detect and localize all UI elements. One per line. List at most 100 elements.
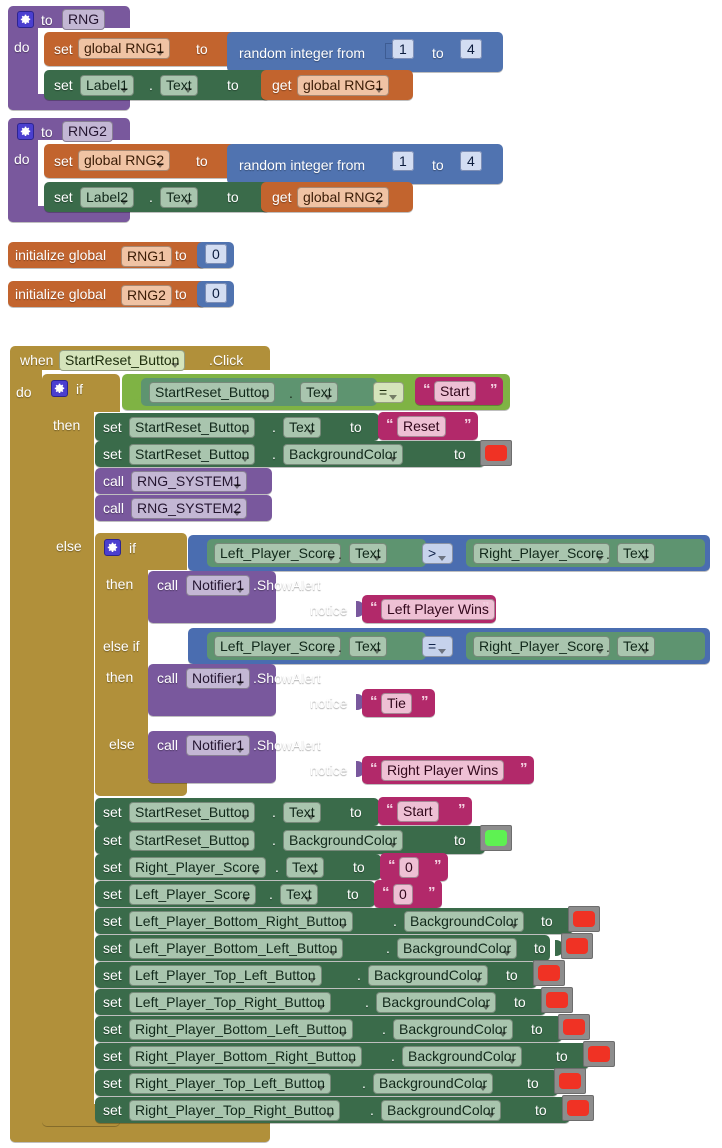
chevron-down-icon[interactable] xyxy=(595,556,604,561)
chevron-down-icon[interactable] xyxy=(372,556,381,561)
chevron-down-icon[interactable] xyxy=(306,815,315,820)
chevron-down-icon[interactable] xyxy=(487,1113,496,1118)
reset-component-field-2[interactable]: Right_Player_Score xyxy=(129,857,266,878)
set-label1-component-field[interactable]: Label1 xyxy=(80,75,135,96)
chevron-down-icon[interactable] xyxy=(307,978,316,983)
set-bg-red-component-field[interactable]: StartReset_Button xyxy=(129,444,256,465)
set-reset-component-field[interactable]: StartReset_Button xyxy=(129,417,256,438)
set-label1-property-field[interactable]: Text xyxy=(160,75,198,96)
text-start-reset-field[interactable]: Start xyxy=(397,801,439,822)
chevron-down-icon[interactable] xyxy=(329,951,338,956)
chevron-down-icon[interactable] xyxy=(309,870,318,875)
reset-component-field-1[interactable]: StartReset_Button xyxy=(129,830,256,851)
set-bg-red-property-field[interactable]: BackgroundColor xyxy=(283,444,404,465)
reset-property-field-5[interactable]: BackgroundColor xyxy=(397,938,518,959)
reset-property-field-11[interactable]: BackgroundColor xyxy=(381,1100,502,1121)
color-swatch-red[interactable] xyxy=(562,1095,594,1121)
chevron-down-icon[interactable] xyxy=(236,681,245,686)
chevron-down-icon[interactable] xyxy=(499,1032,508,1037)
chevron-down-icon[interactable] xyxy=(241,843,250,848)
chevron-down-icon[interactable] xyxy=(503,951,512,956)
chevron-down-icon[interactable] xyxy=(348,1059,357,1064)
chevron-down-icon[interactable] xyxy=(303,897,312,902)
random-integer-to-field-2[interactable]: 4 xyxy=(460,151,482,171)
chevron-down-icon[interactable] xyxy=(183,88,192,93)
chevron-down-icon[interactable] xyxy=(261,395,270,400)
text-tie-field[interactable]: Tie xyxy=(381,693,412,714)
chevron-down-icon[interactable] xyxy=(316,1086,325,1091)
getter-rightscore-property-field-1[interactable]: Text xyxy=(617,543,655,564)
color-swatch-red[interactable] xyxy=(541,987,573,1013)
reset-property-field-1[interactable]: BackgroundColor xyxy=(283,830,404,851)
get-global-rng2-variable-field[interactable]: global RNG2 xyxy=(297,187,390,208)
chevron-down-icon[interactable] xyxy=(338,924,347,929)
chevron-down-icon[interactable] xyxy=(236,588,245,593)
chevron-down-icon[interactable] xyxy=(438,556,447,561)
chevron-down-icon[interactable] xyxy=(156,51,165,56)
chevron-down-icon[interactable] xyxy=(316,1005,325,1010)
chevron-down-icon[interactable] xyxy=(389,457,398,462)
init-global-rng1-name-field[interactable]: RNG1 xyxy=(121,246,172,267)
comparison-branch2-operator-field[interactable]: = xyxy=(422,636,454,657)
call-notifier-component-field-2[interactable]: Notifier1 xyxy=(186,668,251,689)
procedure2-name-field[interactable]: RNG2 xyxy=(62,121,113,142)
chevron-down-icon[interactable] xyxy=(327,649,336,654)
reset-property-field-8[interactable]: BackgroundColor xyxy=(393,1019,514,1040)
gear-icon[interactable] xyxy=(104,539,121,558)
color-swatch-red[interactable] xyxy=(554,1068,586,1094)
reset-property-field-4[interactable]: BackgroundColor xyxy=(404,911,525,932)
set-global-rng1-variable-field[interactable]: global RNG1 xyxy=(78,38,171,59)
chevron-down-icon[interactable] xyxy=(156,163,165,168)
reset-property-field-2[interactable]: Text xyxy=(286,857,324,878)
chevron-down-icon[interactable] xyxy=(241,430,250,435)
gear-icon[interactable] xyxy=(17,11,34,30)
call-rng1-procedure-field[interactable]: RNG_SYSTEM1 xyxy=(131,471,248,492)
color-swatch-red-1[interactable] xyxy=(480,440,512,466)
set-global-rng2-variable-field[interactable]: global RNG2 xyxy=(78,150,171,171)
number-field-rng2-init[interactable]: 0 xyxy=(205,283,227,303)
text-left-wins-field[interactable]: Left Player Wins xyxy=(381,599,495,620)
reset-component-field-11[interactable]: Right_Player_Top_Right_Button xyxy=(129,1100,341,1121)
chevron-down-icon[interactable] xyxy=(120,88,129,93)
chevron-down-icon[interactable] xyxy=(372,649,381,654)
chevron-down-icon[interactable] xyxy=(241,815,250,820)
chevron-down-icon[interactable] xyxy=(640,556,649,561)
set-reset-property-field[interactable]: Text xyxy=(283,417,321,438)
chevron-down-icon[interactable] xyxy=(326,1113,335,1118)
chevron-down-icon[interactable] xyxy=(242,897,251,902)
call-notifier-component-field-1[interactable]: Notifier1 xyxy=(186,575,251,596)
random-integer-to-field-1[interactable]: 4 xyxy=(460,39,482,59)
reset-property-field-9[interactable]: BackgroundColor xyxy=(402,1046,523,1067)
color-swatch-red[interactable] xyxy=(583,1041,615,1067)
color-swatch-red[interactable] xyxy=(568,906,600,932)
getter-leftscore-component-field-2[interactable]: Left_Player_Score xyxy=(214,636,342,657)
chevron-down-icon[interactable] xyxy=(508,1059,517,1064)
getter-rightscore-component-field-2[interactable]: Right_Player_Score xyxy=(473,636,610,657)
chevron-down-icon[interactable] xyxy=(482,1005,491,1010)
chevron-down-icon[interactable] xyxy=(323,395,332,400)
reset-property-field-6[interactable]: BackgroundColor xyxy=(368,965,489,986)
text-right-score-field[interactable]: 0 xyxy=(399,857,419,878)
reset-component-field-4[interactable]: Left_Player_Bottom_Right_Button xyxy=(129,911,353,932)
getter-startreset-property-field[interactable]: Text xyxy=(300,382,338,403)
random-integer-from-field-2[interactable]: 1 xyxy=(392,151,414,171)
gear-icon[interactable] xyxy=(17,123,34,142)
reset-property-field-7[interactable]: BackgroundColor xyxy=(376,992,497,1013)
reset-component-field-9[interactable]: Right_Player_Bottom_Right_Button xyxy=(129,1046,363,1067)
text-right-wins-field[interactable]: Right Player Wins xyxy=(381,760,505,781)
color-swatch-green[interactable] xyxy=(480,825,512,851)
set-label2-component-field[interactable]: Label2 xyxy=(80,187,135,208)
chevron-down-icon[interactable] xyxy=(327,556,336,561)
chevron-down-icon[interactable] xyxy=(241,457,250,462)
reset-component-field-0[interactable]: StartReset_Button xyxy=(129,802,256,823)
gear-icon[interactable] xyxy=(51,380,68,399)
chevron-down-icon[interactable] xyxy=(375,88,384,93)
chevron-down-icon[interactable] xyxy=(338,1032,347,1037)
reset-component-field-3[interactable]: Left_Player_Score xyxy=(129,884,257,905)
chevron-down-icon[interactable] xyxy=(595,649,604,654)
chevron-down-icon[interactable] xyxy=(438,649,447,654)
chevron-down-icon[interactable] xyxy=(183,200,192,205)
reset-property-field-0[interactable]: Text xyxy=(283,802,321,823)
getter-rightscore-component-field-1[interactable]: Right_Player_Score xyxy=(473,543,610,564)
chevron-down-icon[interactable] xyxy=(236,748,245,753)
